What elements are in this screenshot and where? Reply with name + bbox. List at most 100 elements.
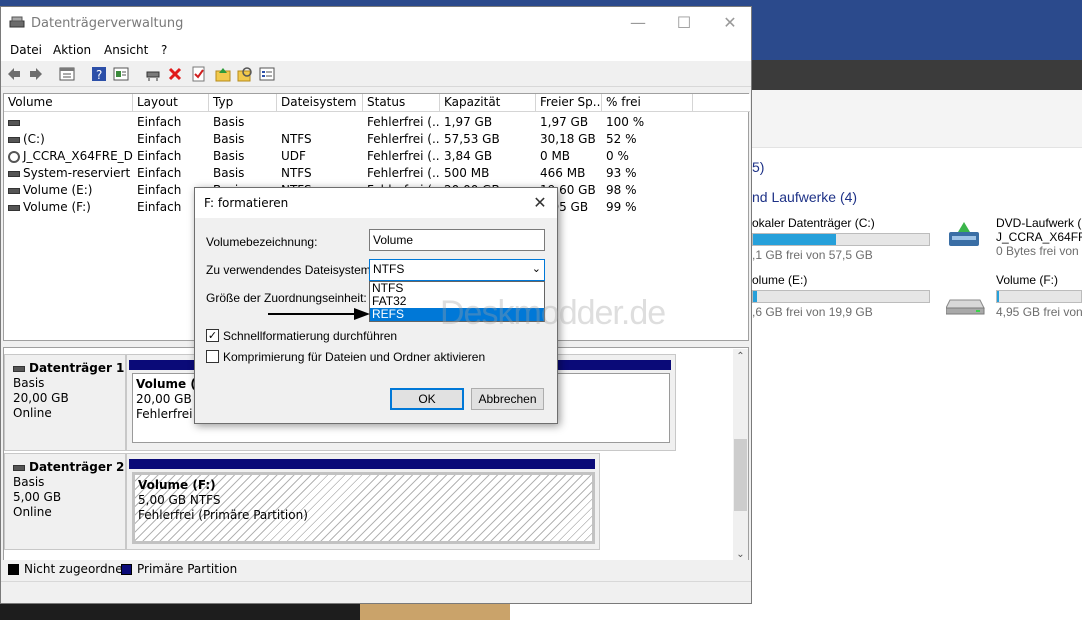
- compression-label: Komprimierung für Dateien und Ordner akt…: [223, 350, 486, 364]
- maximize-button[interactable]: ☐: [661, 7, 707, 39]
- volume-cell-volume[interactable]: [4, 114, 133, 131]
- ok-button[interactable]: OK: [390, 388, 464, 410]
- volume-icon: [8, 187, 20, 194]
- cell-text: 52 %: [606, 132, 637, 146]
- menu-aktion[interactable]: Aktion: [53, 43, 91, 57]
- explorer-drive-c[interactable]: okaler Datenträger (C:) ,1 GB frei von 5…: [752, 216, 930, 262]
- drive-usage-bar: [752, 233, 930, 246]
- explorer-nav: [752, 90, 1082, 148]
- explorer-drive-f[interactable]: Volume (F:) 4,95 GB frei von 4: [996, 273, 1082, 319]
- disk-1-label[interactable]: Datenträger 1 Basis 20,00 GB Online: [4, 354, 126, 451]
- column-header-status[interactable]: Status: [363, 94, 440, 112]
- cell-text: Basis: [213, 166, 245, 180]
- column-header-typ[interactable]: Typ: [209, 94, 277, 112]
- volume-cell-status: Fehlerfrei (...: [363, 165, 440, 182]
- cell-text: Fehlerfrei (...: [367, 132, 440, 146]
- search-icon[interactable]: [237, 66, 253, 82]
- forward-icon[interactable]: [28, 66, 44, 82]
- compression-checkbox[interactable]: [206, 350, 219, 363]
- cell-text: Einfach: [137, 183, 182, 197]
- quick-format-label: Schnellformatierung durchführen: [223, 329, 398, 343]
- volume-cell-free: 30,18 GB: [536, 131, 602, 148]
- volume-cell-fs: UDF: [277, 148, 363, 165]
- disk-type: Basis: [13, 475, 45, 489]
- volume-cell-cap: 3,84 GB: [440, 148, 536, 165]
- svg-text:?: ?: [96, 68, 102, 82]
- volume-cell-status: Fehlerfrei (...: [363, 114, 440, 131]
- volume-cell-volume[interactable]: System-reserviert: [4, 165, 133, 182]
- disk-view-scrollbar[interactable]: ⌃ ⌄: [733, 349, 748, 563]
- minimize-button[interactable]: —: [615, 7, 661, 39]
- explorer-ribbon: [752, 60, 1082, 90]
- cell-text: Einfach: [137, 166, 182, 180]
- volume-cell-pct: 98 %: [602, 182, 693, 199]
- scroll-up-icon[interactable]: ⌃: [733, 351, 748, 362]
- volume-cell-volume[interactable]: (C:): [4, 131, 133, 148]
- cell-text: 0 MB: [540, 149, 571, 163]
- dialog-close-button[interactable]: ✕: [527, 190, 553, 216]
- volume-cell-cap: 1,97 GB: [440, 114, 536, 131]
- cancel-button[interactable]: Abbrechen: [471, 388, 544, 410]
- connect-drive-icon[interactable]: [145, 66, 161, 82]
- cell-text: 1,97 GB: [444, 115, 493, 129]
- column-header-layout[interactable]: Layout: [133, 94, 209, 112]
- up-folder-icon[interactable]: [215, 66, 231, 82]
- filesystem-select[interactable]: NTFS ⌄: [369, 259, 545, 281]
- volume-cell-volume[interactable]: Volume (E:): [4, 182, 133, 199]
- disk-type: Basis: [13, 376, 45, 390]
- column-header-kapazitaet[interactable]: Kapazität: [440, 94, 536, 112]
- refresh-icon[interactable]: [113, 66, 129, 82]
- cell-text: J_CCRA_X64FRE_D...: [23, 149, 133, 163]
- explorer-devices-header[interactable]: nd Laufwerke (4): [752, 189, 857, 205]
- column-header-prozent-frei[interactable]: % frei: [602, 94, 693, 112]
- settings-icon[interactable]: [259, 66, 275, 82]
- back-icon[interactable]: [6, 66, 22, 82]
- help-icon[interactable]: ?: [91, 66, 107, 82]
- filesystem-selected-value: NTFS: [373, 262, 405, 276]
- cell-text: Basis: [213, 149, 245, 163]
- cell-text: 93 %: [606, 166, 637, 180]
- cell-text: 100 %: [606, 115, 645, 129]
- scroll-down-icon[interactable]: ⌄: [733, 549, 748, 560]
- column-header-dateisystem[interactable]: Dateisystem: [277, 94, 363, 112]
- volume-cell-typ: Basis: [209, 148, 277, 165]
- menu-help[interactable]: ?: [161, 43, 167, 57]
- legend-swatch-unallocated: [8, 564, 19, 575]
- scroll-thumb[interactable]: [734, 439, 747, 511]
- check-icon[interactable]: [191, 66, 207, 82]
- cell-text: 500 MB: [444, 166, 490, 180]
- column-header-freier-speicher[interactable]: Freier Sp...: [536, 94, 602, 112]
- menu-ansicht[interactable]: Ansicht: [104, 43, 148, 57]
- partition-volume-f[interactable]: Volume (F:) 5,00 GB NTFS Fehlerfrei (Pri…: [132, 472, 595, 544]
- explorer-drive-dvd[interactable]: DVD-Laufwerk (I J_CCRA_X64FRE_ 0 Bytes f…: [996, 216, 1082, 258]
- title-bar[interactable]: Datenträgerverwaltung — ☐ ✕: [1, 7, 751, 39]
- partition-size: 5,00 GB NTFS: [138, 493, 221, 507]
- quick-format-checkbox[interactable]: ✓: [206, 329, 219, 342]
- disk-icon: [13, 365, 25, 372]
- watermark: Deskmodder.de: [440, 294, 666, 332]
- drive-free: ,1 GB frei von 57,5 GB: [752, 248, 873, 262]
- menu-datei[interactable]: Datei: [10, 43, 42, 57]
- volume-cell-volume[interactable]: Volume (F:): [4, 199, 133, 216]
- volume-label-input[interactable]: Volume: [369, 229, 545, 251]
- explorer-drive-e[interactable]: olume (E:) ,6 GB frei von 19,9 GB: [752, 273, 930, 319]
- cell-text: Fehlerfrei (...: [367, 166, 440, 180]
- volume-cell-volume[interactable]: J_CCRA_X64FRE_D...: [4, 148, 133, 165]
- desktop-bottom-strip: [0, 604, 1082, 620]
- explorer-folders-header[interactable]: 5): [752, 159, 764, 175]
- volume-cell-fs: [277, 114, 363, 131]
- delete-icon[interactable]: [167, 66, 183, 82]
- status-bar: [1, 581, 751, 603]
- cell-text: Einfach: [137, 200, 182, 214]
- disk-size: 20,00 GB: [13, 391, 69, 405]
- disk-name: Datenträger 2: [29, 460, 125, 474]
- disk-2-label[interactable]: Datenträger 2 Basis 5,00 GB Online: [4, 453, 126, 550]
- properties-icon[interactable]: [59, 66, 75, 82]
- explorer-window: 5) nd Laufwerke (4) okaler Datenträger (…: [752, 60, 1082, 604]
- dialog-title-bar[interactable]: F: formatieren ✕: [195, 188, 557, 218]
- drive-free: ,6 GB frei von 19,9 GB: [752, 305, 873, 319]
- cell-text: 99 %: [606, 200, 637, 214]
- column-header-volume[interactable]: Volume: [4, 94, 133, 112]
- close-button[interactable]: ✕: [707, 7, 753, 39]
- volume-cell-free: 1,97 GB: [536, 114, 602, 131]
